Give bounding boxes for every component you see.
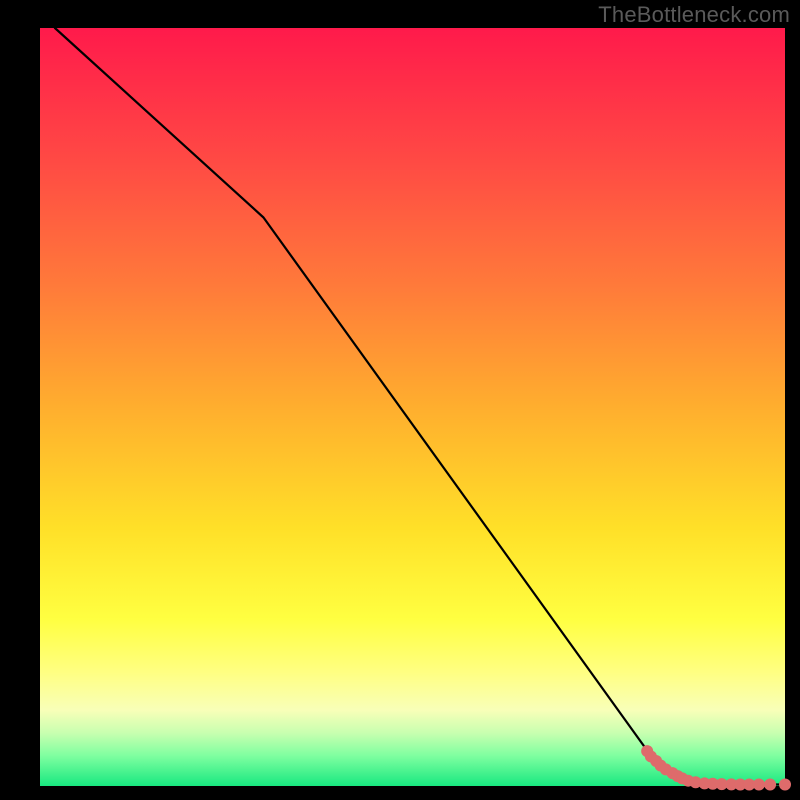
attribution-text: TheBottleneck.com bbox=[598, 2, 790, 28]
curve-line bbox=[55, 28, 785, 784]
chart-overlay bbox=[40, 28, 785, 786]
marker-group bbox=[641, 745, 791, 790]
marker-dot bbox=[764, 778, 776, 790]
marker-dot bbox=[779, 778, 791, 790]
marker-dot bbox=[753, 778, 765, 790]
chart-frame: TheBottleneck.com bbox=[0, 0, 800, 800]
